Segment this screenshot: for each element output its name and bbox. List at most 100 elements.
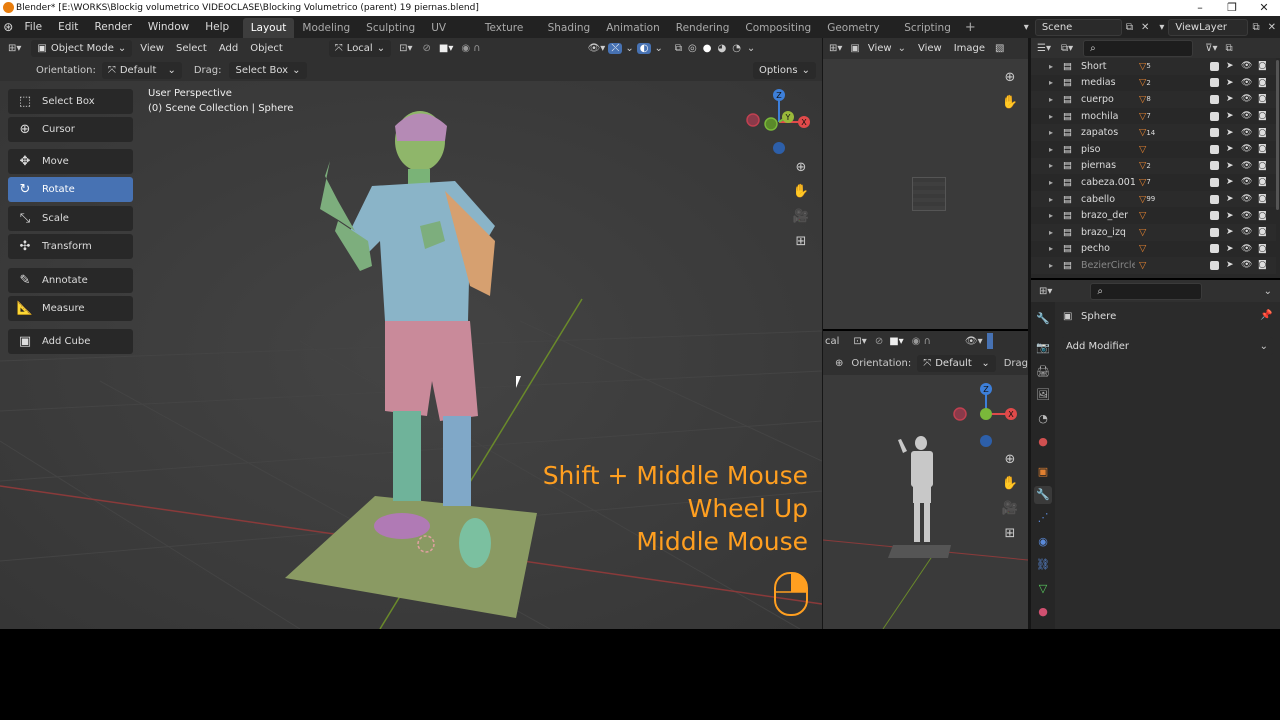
eye-icon[interactable]: 👁 bbox=[1241, 94, 1252, 104]
render-camera-icon[interactable]: ◙ bbox=[1258, 244, 1267, 254]
menu-render[interactable]: Render bbox=[86, 16, 139, 38]
select-arrow-icon[interactable]: ➤ bbox=[1226, 260, 1234, 270]
outliner-item-name[interactable]: BezierCircle bbox=[1081, 260, 1135, 271]
expand-arrow-icon[interactable]: ▸ bbox=[1049, 128, 1063, 137]
outliner-item-name[interactable]: Short bbox=[1081, 61, 1135, 72]
solid-shading-icon[interactable]: ● bbox=[700, 43, 715, 54]
view-layer-tab-icon[interactable]: 🖼 bbox=[1034, 386, 1052, 404]
menu-window[interactable]: Window bbox=[140, 16, 197, 38]
outliner-item-name[interactable]: piernas bbox=[1081, 160, 1135, 171]
exclude-checkbox[interactable] bbox=[1210, 194, 1219, 204]
wireframe-shading-icon[interactable]: ◎ bbox=[685, 43, 700, 54]
object-menu[interactable]: Object bbox=[244, 39, 289, 58]
expand-arrow-icon[interactable]: ▸ bbox=[1049, 161, 1063, 170]
perspective-grid-icon[interactable]: ⊞ bbox=[999, 523, 1021, 545]
viewlayer-icon[interactable]: ▾ bbox=[1159, 22, 1164, 33]
select-arrow-icon[interactable]: ➤ bbox=[1226, 144, 1234, 154]
proportional-edit-icon[interactable]: ◉ ∩ bbox=[457, 43, 484, 54]
filter-icon[interactable]: ⊽▾ bbox=[1205, 43, 1217, 54]
render-camera-icon[interactable]: ◙ bbox=[1258, 227, 1267, 237]
navigation-gizmo[interactable]: Z X Y bbox=[744, 86, 814, 158]
image-menu[interactable]: Image bbox=[948, 39, 991, 58]
select-arrow-icon[interactable]: ➤ bbox=[1226, 227, 1234, 237]
tab-compositing[interactable]: Compositing bbox=[737, 18, 819, 38]
gizmo-toggle-icon[interactable]: ⤬ bbox=[608, 43, 623, 54]
pan-hand-icon[interactable]: ✋ bbox=[999, 473, 1021, 495]
tab-texture-paint[interactable]: Texture Paint bbox=[477, 18, 540, 54]
shading-dropdown-icon[interactable]: ⌄ bbox=[744, 43, 758, 54]
camera-view-icon[interactable]: 🎥 bbox=[999, 498, 1021, 520]
tab-animation[interactable]: Animation bbox=[598, 18, 668, 38]
eye-icon[interactable]: 👁 bbox=[1241, 128, 1252, 138]
render-camera-icon[interactable]: ◙ bbox=[1258, 128, 1267, 138]
tab-scripting[interactable]: Scripting bbox=[896, 18, 959, 38]
exclude-checkbox[interactable] bbox=[1210, 244, 1219, 254]
visibility-icon[interactable]: 👁▾ bbox=[965, 336, 983, 347]
eye-icon[interactable]: 👁 bbox=[1241, 161, 1252, 171]
eye-icon[interactable]: 👁 bbox=[1241, 111, 1252, 121]
chevron-down-icon[interactable]: ⌄ bbox=[1264, 286, 1272, 297]
outliner-search-input[interactable]: ⌕ bbox=[1083, 39, 1194, 57]
exclude-checkbox[interactable] bbox=[1210, 177, 1219, 187]
eye-icon[interactable]: 👁 bbox=[1241, 194, 1252, 204]
data-tab-icon[interactable]: ▽ bbox=[1034, 580, 1052, 598]
editor-type-icon[interactable]: ☰▾ bbox=[1031, 43, 1057, 54]
select-arrow-icon[interactable]: ➤ bbox=[1226, 161, 1234, 171]
small-navigation-gizmo[interactable]: Z X bbox=[953, 380, 1023, 452]
scene-field[interactable]: Scene bbox=[1034, 18, 1122, 36]
render-tab-icon[interactable]: 📷 bbox=[1034, 339, 1052, 357]
outliner-item-name[interactable]: brazo_izq bbox=[1081, 227, 1135, 238]
visibility-icon[interactable]: 👁▾ bbox=[585, 43, 609, 54]
expand-arrow-icon[interactable]: ▸ bbox=[1049, 261, 1063, 270]
xray-icon[interactable]: ⧉ bbox=[672, 43, 685, 54]
select-arrow-icon[interactable]: ➤ bbox=[1226, 244, 1234, 254]
tab-uv-editing[interactable]: UV Editing bbox=[423, 18, 477, 54]
view-menu[interactable]: View bbox=[134, 39, 170, 58]
render-camera-icon[interactable]: ◙ bbox=[1258, 111, 1267, 121]
outliner-row[interactable]: ▸ ▤ pecho ▽ ➤ 👁 ◙ bbox=[1031, 240, 1276, 258]
add-workspace-icon[interactable]: + bbox=[959, 20, 982, 35]
image-mode-icon[interactable]: ▣ bbox=[848, 43, 861, 54]
orientation-dropdown[interactable]: ⤧ Default ⌄ bbox=[101, 61, 182, 79]
expand-arrow-icon[interactable]: ▸ bbox=[1049, 211, 1063, 220]
exclude-checkbox[interactable] bbox=[1210, 61, 1219, 71]
outliner-row[interactable]: ▸ ▤ brazo_izq ▽ ➤ 👁 ◙ bbox=[1031, 224, 1276, 241]
new-viewlayer-icon[interactable]: ⧉ bbox=[1248, 22, 1263, 33]
render-camera-icon[interactable]: ◙ bbox=[1258, 78, 1267, 88]
outliner-item-name[interactable]: cabeza.001 bbox=[1081, 177, 1135, 188]
transform-space-dropdown[interactable]: ⤧ Local ⌄ bbox=[328, 40, 392, 57]
tool-move[interactable]: ✥ Move bbox=[8, 149, 133, 174]
scene-tab-icon[interactable]: ◔ bbox=[1034, 410, 1052, 428]
zoom-icon[interactable]: ⊕ bbox=[999, 449, 1021, 471]
expand-arrow-icon[interactable]: ▸ bbox=[1049, 244, 1063, 253]
view-dropdown[interactable]: View bbox=[862, 39, 898, 58]
tool-scale[interactable]: ⤡ Scale bbox=[8, 206, 133, 231]
select-arrow-icon[interactable]: ➤ bbox=[1226, 211, 1234, 221]
eye-icon[interactable]: 👁 bbox=[1241, 177, 1252, 187]
outliner-item-name[interactable]: brazo_der bbox=[1081, 210, 1135, 221]
exclude-checkbox[interactable] bbox=[1210, 128, 1219, 138]
scene-icon[interactable]: ▾ bbox=[1024, 22, 1029, 33]
exclude-checkbox[interactable] bbox=[1210, 227, 1219, 237]
outliner-row[interactable]: ▸ ▤ piso ▽ ➤ 👁 ◙ bbox=[1031, 141, 1276, 158]
zoom-icon[interactable]: ⊕ bbox=[790, 157, 812, 179]
outliner-scrollbar[interactable] bbox=[1276, 60, 1279, 210]
options-dropdown[interactable]: Options ⌄ bbox=[753, 61, 816, 79]
add-menu[interactable]: Add bbox=[213, 39, 244, 58]
expand-arrow-icon[interactable]: ▸ bbox=[1049, 178, 1063, 187]
exclude-checkbox[interactable] bbox=[1210, 111, 1219, 121]
select-menu[interactable]: Select bbox=[170, 39, 213, 58]
outliner-row[interactable]: ▸ ▤ BezierCircle ▽ ➤ 👁 ◙ bbox=[1031, 257, 1276, 274]
output-tab-icon[interactable]: 🖨 bbox=[1034, 363, 1052, 381]
pin-icon[interactable]: 📌 bbox=[1260, 310, 1272, 321]
select-arrow-icon[interactable]: ➤ bbox=[1226, 177, 1234, 187]
perspective-grid-icon[interactable]: ⊞ bbox=[790, 231, 812, 253]
menu-help[interactable]: Help bbox=[197, 16, 237, 38]
outliner-row[interactable]: ▸ ▤ zapatos ▽ 14 ➤ 👁 ◙ bbox=[1031, 124, 1276, 141]
eye-icon[interactable]: 👁 bbox=[1241, 144, 1252, 154]
expand-arrow-icon[interactable]: ▸ bbox=[1049, 95, 1063, 104]
particles-tab-icon[interactable]: ⋰ bbox=[1034, 509, 1052, 527]
outliner-row[interactable]: ▸ ▤ piernas ▽ 2 ➤ 👁 ◙ bbox=[1031, 157, 1276, 175]
drag-dropdown[interactable]: Select Box ⌄ bbox=[229, 61, 307, 79]
tab-shading[interactable]: Shading bbox=[540, 18, 599, 38]
